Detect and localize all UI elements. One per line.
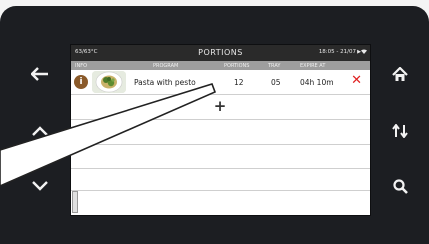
table-header: INFO PROGRAM PORTIONS TRAY EXPIRE AT (71, 61, 370, 70)
sort-icon[interactable] (385, 118, 415, 144)
scrollbar-handle[interactable] (72, 191, 78, 213)
scroll-up-icon[interactable] (25, 118, 55, 144)
expire-time: 04h 10m (300, 78, 334, 87)
home-icon[interactable] (385, 61, 415, 87)
empty-row (71, 168, 370, 169)
info-button[interactable]: i (74, 75, 88, 89)
empty-row (71, 190, 370, 191)
tray-number: 05 (271, 78, 281, 87)
dish-thumbnail (92, 71, 126, 93)
empty-row (71, 144, 370, 145)
delete-button[interactable]: ✕ (351, 74, 362, 87)
column-header-tray: TRAY (268, 63, 281, 69)
portions-count: 12 (234, 78, 244, 87)
empty-row (71, 119, 370, 120)
search-icon[interactable] (385, 173, 415, 199)
status-bar: 63/63°C PORTIONS 18:05 - 21/07 ▶ (71, 45, 370, 61)
add-portion-button[interactable]: + (212, 98, 228, 114)
column-header-program: PROGRAM (153, 63, 179, 69)
column-header-portions: PORTIONS (224, 63, 250, 69)
touch-screen: 63/63°C PORTIONS 18:05 - 21/07 ▶ INFO PR… (70, 44, 371, 216)
datetime-readout: 18:05 - 21/07 (318, 49, 356, 55)
column-header-expire: EXPIRE AT (300, 63, 326, 69)
program-name: Pasta with pesto (134, 78, 196, 87)
column-header-info: INFO (75, 63, 88, 69)
table-row[interactable]: i Pasta with pesto 12 05 04h 10m ✕ (71, 70, 370, 95)
back-arrow-icon[interactable] (25, 61, 55, 87)
wifi-icon (361, 49, 367, 56)
scroll-down-icon[interactable] (25, 173, 55, 199)
